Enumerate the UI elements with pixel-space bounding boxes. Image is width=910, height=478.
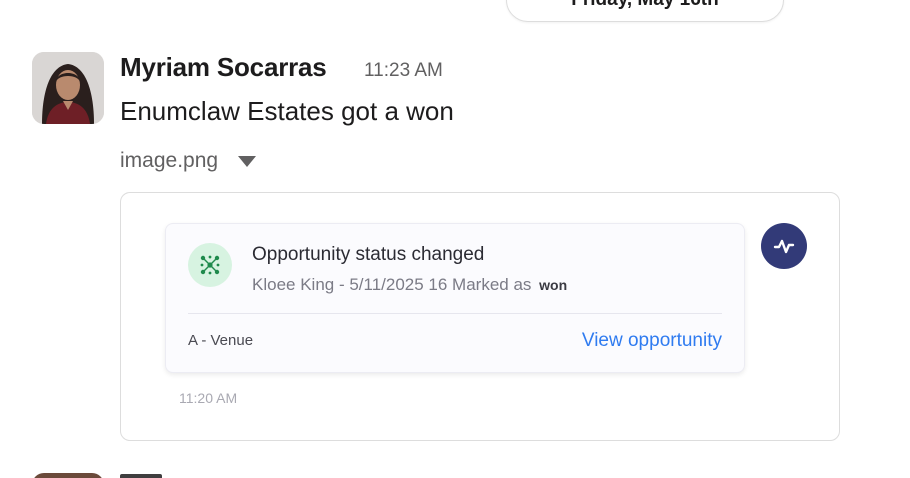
sender-name[interactable]: Myriam Socarras	[120, 52, 327, 83]
card-divider	[188, 313, 722, 314]
attachment-filename[interactable]: image.png	[120, 149, 218, 173]
notification-card: Opportunity status changed Kloee King - …	[165, 223, 745, 373]
date-divider[interactable]: Friday, May 16th	[506, 0, 784, 22]
status-badge: won	[539, 277, 568, 293]
card-timestamp: 11:20 AM	[179, 390, 238, 406]
view-opportunity-link[interactable]: View opportunity	[582, 330, 722, 352]
avatar[interactable]	[32, 52, 104, 124]
caret-down-icon[interactable]	[238, 155, 257, 167]
date-divider-label: Friday, May 16th	[571, 0, 718, 11]
avatar-photo	[32, 52, 104, 124]
next-message-sender	[120, 474, 162, 478]
card-subtitle-text: Kloee King - 5/11/2025 16 Marked as	[252, 275, 532, 294]
slack-channel-view: Friday, May 16th Myriam Socarras 11:23 A…	[0, 0, 910, 478]
next-message-avatar[interactable]	[32, 473, 104, 478]
activity-pulse-icon	[761, 223, 807, 269]
card-title: Opportunity status changed	[252, 244, 485, 265]
image-preview[interactable]: Opportunity status changed Kloee King - …	[120, 192, 840, 441]
card-venue: A - Venue	[188, 332, 254, 349]
message-text: Enumclaw Estates got a won	[120, 96, 454, 126]
message-timestamp[interactable]: 11:23 AM	[364, 60, 443, 82]
card-subtitle: Kloee King - 5/11/2025 16 Marked as won	[252, 275, 567, 295]
attachment-header: image.png	[120, 149, 257, 173]
opportunity-icon	[188, 243, 232, 287]
